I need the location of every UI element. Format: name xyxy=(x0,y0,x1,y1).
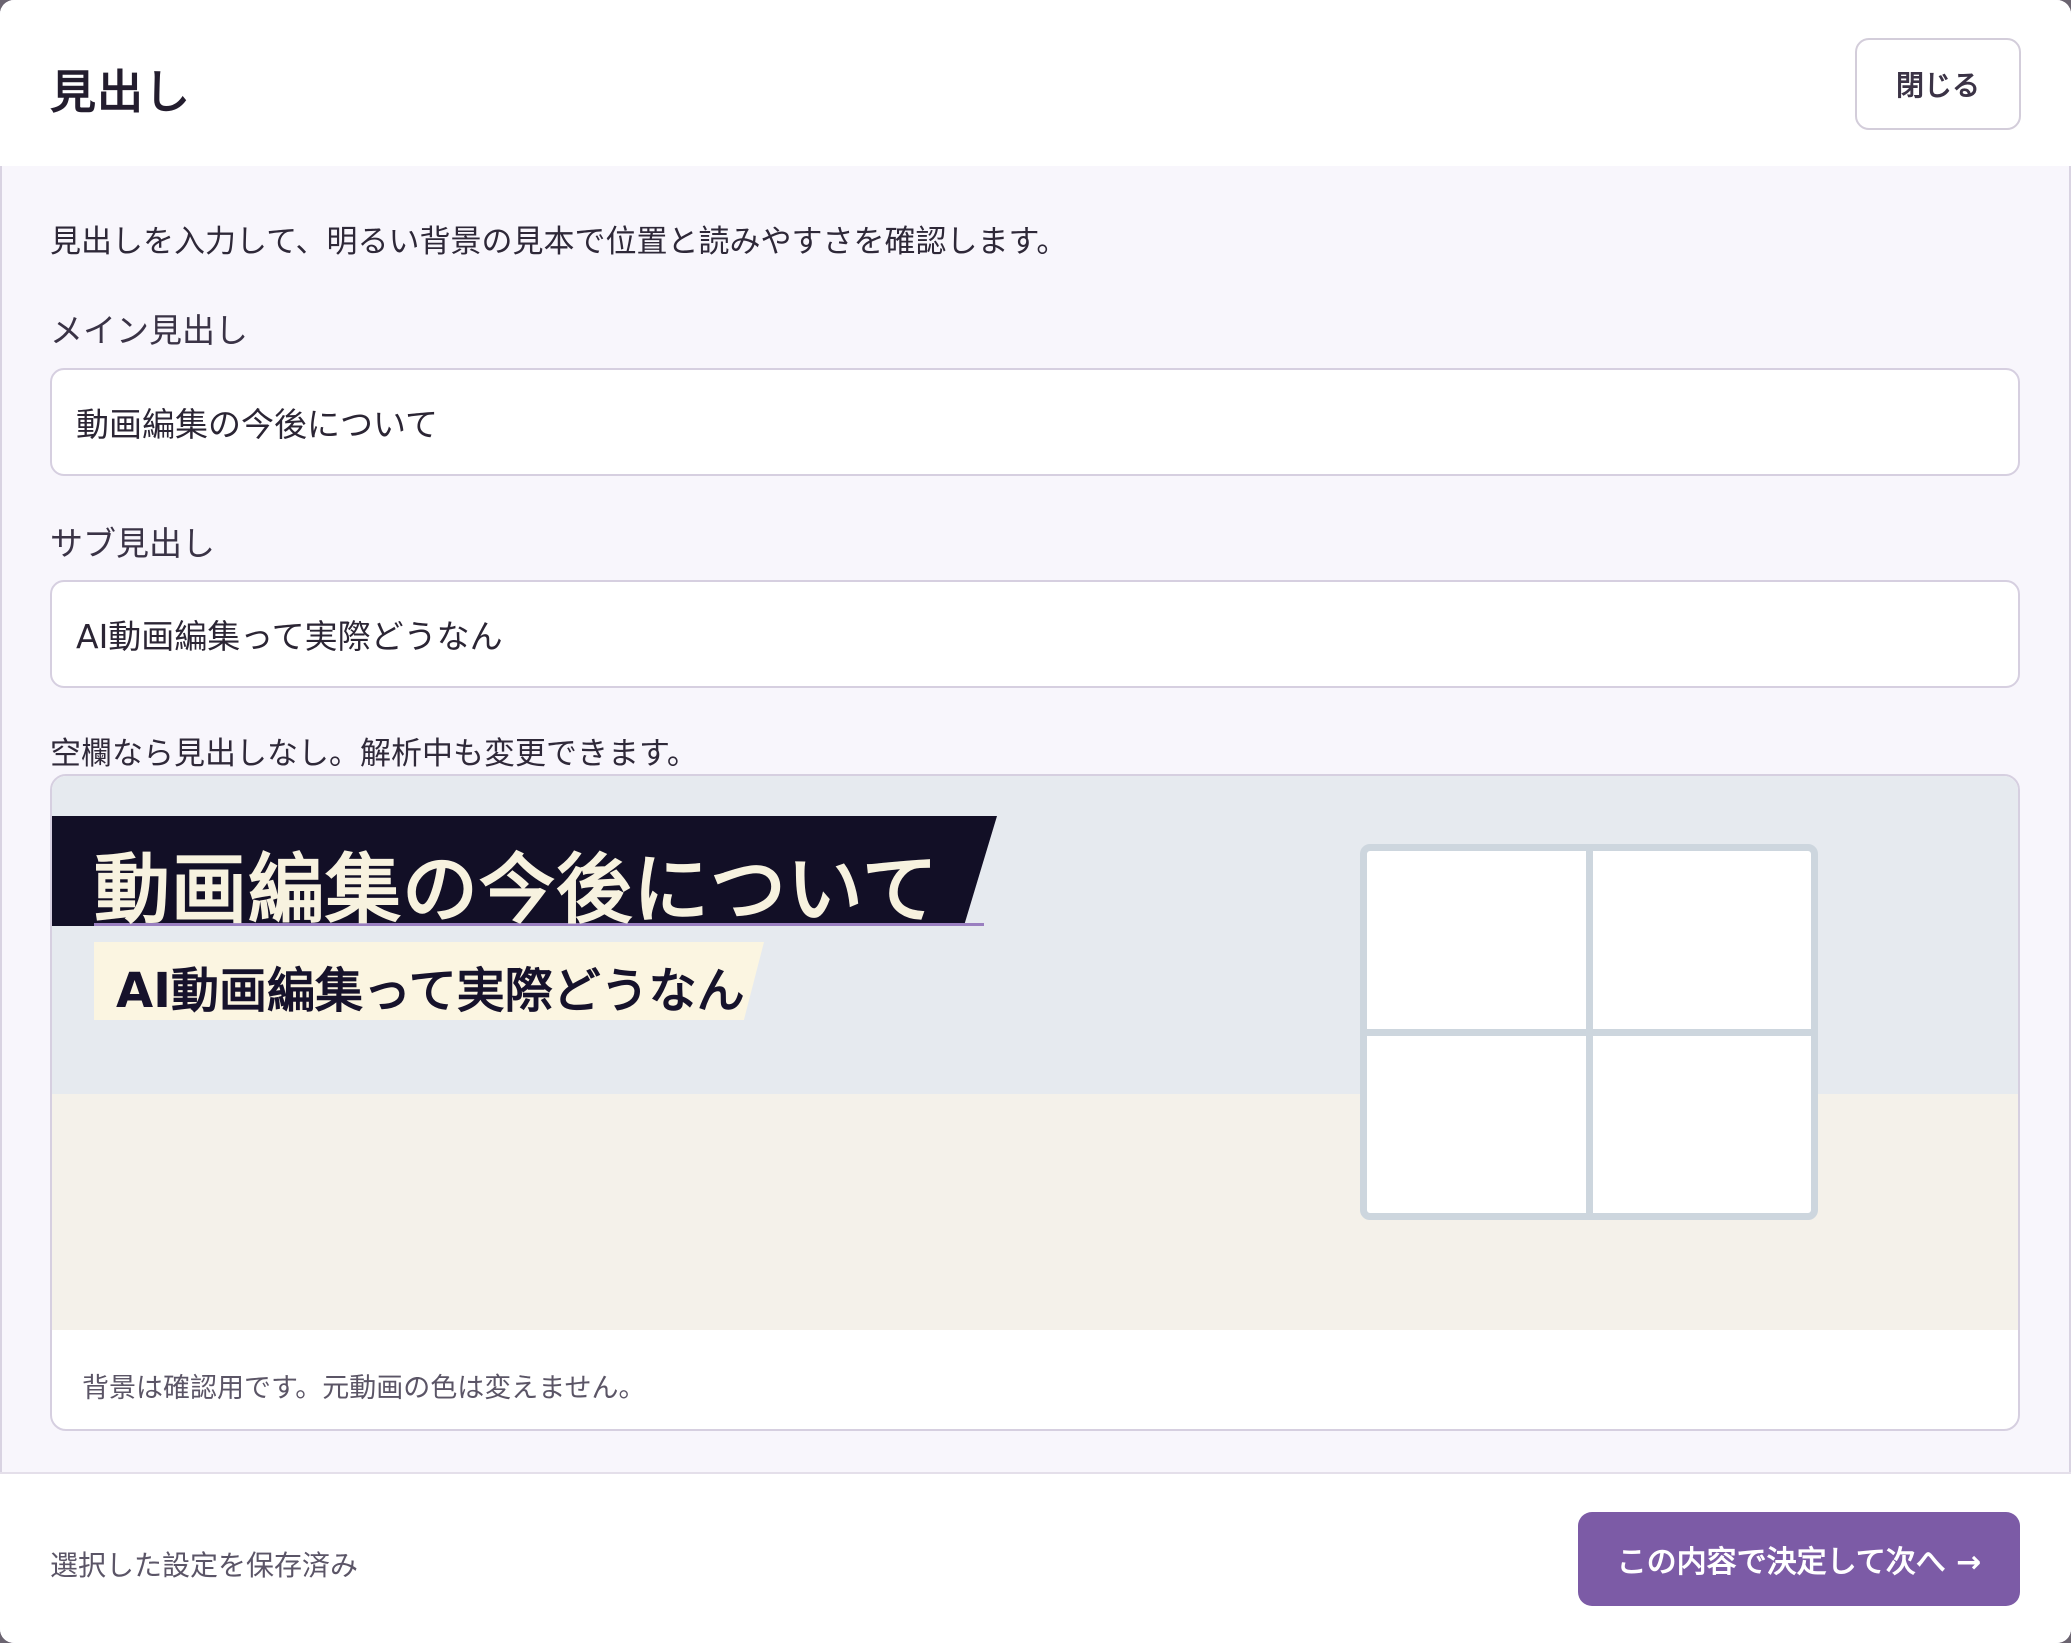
sub-heading-label: サブ見出し xyxy=(50,524,215,563)
window-divider-horizontal xyxy=(1367,1029,1811,1036)
dialog-header: 見出し 閉じる xyxy=(0,0,2071,166)
sub-heading-input[interactable] xyxy=(50,580,2020,688)
preview-sub-heading-text: AI動画編集って実際どうなん xyxy=(116,963,745,1019)
dialog-title: 見出し xyxy=(50,65,191,119)
heading-dialog: 見出し 閉じる 見出しを入力して、明るい背景の見本で位置と読みやすさを確認します… xyxy=(0,0,2071,1643)
window-illustration-icon xyxy=(1360,844,1818,1220)
main-heading-label: メイン見出し xyxy=(50,311,248,350)
heading-preview: 動画編集の今後について AI動画編集って実際どうなん 背景は確認用です。元動画の… xyxy=(50,774,2020,1431)
heading-hint: 空欄なら見出しなし。解析中も変更できます。 xyxy=(50,736,698,772)
preview-main-heading-text: 動画編集の今後について xyxy=(94,845,939,934)
confirm-next-button[interactable]: この内容で決定して次へ → xyxy=(1578,1512,2020,1606)
main-heading-input[interactable] xyxy=(50,368,2020,476)
dialog-description: 見出しを入力して、明るい背景の見本で位置と読みやすさを確認します。 xyxy=(50,224,1068,260)
dialog-footer: 選択した設定を保存済み この内容で決定して次へ → xyxy=(0,1472,2071,1643)
close-button[interactable]: 閉じる xyxy=(1855,38,2021,130)
saved-status: 選択した設定を保存済み xyxy=(50,1549,359,1582)
preview-note: 背景は確認用です。元動画の色は変えません。 xyxy=(82,1373,646,1404)
